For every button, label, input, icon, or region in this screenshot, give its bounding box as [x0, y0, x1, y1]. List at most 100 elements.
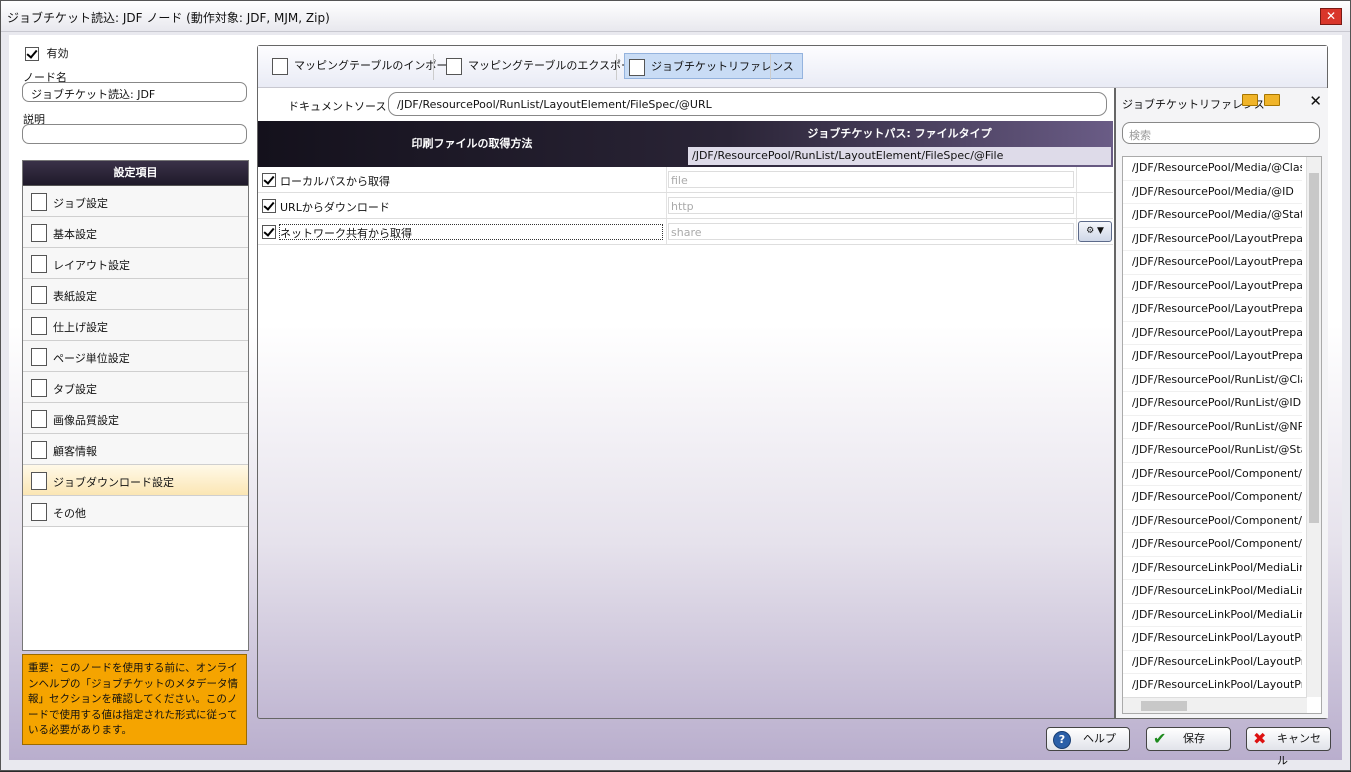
close-panel-icon[interactable]: ✕	[1309, 92, 1322, 110]
node-name-field[interactable]: ジョブチケット読込: JDF	[22, 82, 247, 102]
reference-list-item[interactable]: /JDF/ResourcePool/RunList/@Class	[1123, 369, 1302, 392]
row-checkbox[interactable]	[262, 173, 276, 187]
row-checkbox[interactable]	[262, 199, 276, 213]
cancel-x-icon: ✖	[1253, 729, 1267, 748]
dialog-window: ジョブチケット読込: JDF ノード (動作対象: JDF, MJM, Zip)…	[0, 0, 1351, 771]
row-checkbox[interactable]	[262, 225, 276, 239]
reference-icons	[1242, 94, 1286, 109]
description-field[interactable]	[22, 124, 247, 144]
export-mapping-button[interactable]: マッピングテーブルのエクスポート	[442, 53, 651, 79]
scroll-thumb[interactable]	[1141, 701, 1187, 711]
settings-item[interactable]: 顧客情報	[23, 434, 248, 465]
document-source-field[interactable]: /JDF/ResourcePool/RunList/LayoutElement/…	[388, 92, 1107, 116]
dialog-body: 有効 ノード名 ジョブチケット読込: JDF 説明 設定項目 ジョブ設定 基本設定…	[9, 35, 1342, 767]
settings-item-label: 表紙設定	[53, 290, 97, 303]
settings-item[interactable]: 仕上げ設定	[23, 310, 248, 341]
grid-header: 印刷ファイルの取得方法 ジョブチケットパス: ファイルタイプ /JDF/Reso…	[258, 121, 1113, 167]
enabled-checkbox[interactable]	[25, 47, 39, 61]
pages-icon	[31, 348, 47, 366]
row-method-label: ローカルパスから取得	[280, 175, 390, 188]
settings-list: 設定項目 ジョブ設定 基本設定 レイアウト設定 表紙設定 仕上げ設定 ページ単位設定 タブ設…	[22, 160, 249, 651]
vertical-scrollbar[interactable]	[1306, 157, 1321, 697]
import-mapping-button[interactable]: マッピングテーブルのインポート	[268, 53, 466, 79]
finishing-icon	[31, 317, 47, 335]
settings-item[interactable]: その他	[23, 496, 248, 527]
reference-list-item[interactable]: /JDF/ResourcePool/RunList/@ID	[1123, 392, 1302, 416]
horizontal-scrollbar[interactable]	[1123, 697, 1307, 713]
settings-item-label: 顧客情報	[53, 445, 97, 458]
settings-item[interactable]: ジョブ設定	[23, 186, 248, 217]
settings-item-label: ページ単位設定	[53, 352, 130, 365]
ticket-reference-button[interactable]: ジョブチケットリファレンス	[624, 53, 803, 79]
toolbar-separator	[433, 54, 434, 80]
reference-list-item[interactable]: /JDF/ResourceLinkPool/LayoutPre	[1123, 627, 1302, 651]
enabled-toggle[interactable]: 有効	[25, 45, 69, 61]
help-button[interactable]: ? ヘルプ	[1046, 727, 1130, 751]
open-folder-icon[interactable]	[1242, 94, 1258, 106]
reference-list-item[interactable]: /JDF/ResourcePool/RunList/@Status	[1123, 439, 1302, 463]
settings-item[interactable]: タブ設定	[23, 372, 248, 403]
reference-list-item[interactable]: /JDF/ResourcePool/Component/@	[1123, 533, 1302, 557]
document-source-label: ドキュメントソース	[288, 100, 387, 113]
settings-item-label: 基本設定	[53, 228, 97, 241]
settings-item-label: タブ設定	[53, 383, 97, 396]
settings-item[interactable]: レイアウト設定	[23, 248, 248, 279]
settings-item-label: ジョブ設定	[53, 197, 108, 210]
help-label: ヘルプ	[1083, 732, 1116, 745]
main-panel: マッピングテーブルのインポート マッピングテーブルのエクスポート ジョブチケット…	[257, 45, 1328, 719]
reference-list-item[interactable]: /JDF/ResourcePool/LayoutPreparation	[1123, 298, 1302, 322]
reference-search-input[interactable]: 検索	[1122, 122, 1320, 144]
reference-list-item[interactable]: /JDF/ResourcePool/RunList/@NPage	[1123, 416, 1302, 439]
reference-list-item[interactable]: /JDF/ResourcePool/LayoutPreparation	[1123, 228, 1302, 251]
delete-folder-icon[interactable]	[1264, 94, 1280, 106]
notice-box: 重要：このノードを使用する前に、オンラインヘルプの「ジョブチケットのメタデータ情…	[22, 654, 247, 745]
grid-row: URLからダウンロード http	[258, 193, 1113, 219]
import-icon	[272, 58, 288, 75]
settings-item[interactable]: ページ単位設定	[23, 341, 248, 372]
share-options-dropdown[interactable]: ⚙ ▼	[1078, 221, 1112, 242]
document-icon	[31, 193, 47, 211]
cell-divider	[666, 219, 667, 244]
title-bar: ジョブチケット読込: JDF ノード (動作対象: JDF, MJM, Zip)…	[1, 1, 1350, 32]
reference-list: /JDF/ResourcePool/Media/@Class/JDF/Resou…	[1122, 156, 1322, 714]
reference-list-item[interactable]: /JDF/ResourceLinkPool/MediaLink	[1123, 557, 1302, 580]
column-path-field[interactable]: /JDF/ResourcePool/RunList/LayoutElement/…	[688, 147, 1111, 165]
settings-item-label: 画像品質設定	[53, 414, 119, 427]
reference-list-item[interactable]: /JDF/ResourceLinkPool/LayoutPre	[1123, 651, 1302, 674]
settings-item[interactable]: ジョブダウンロード設定	[23, 465, 248, 496]
close-icon[interactable]: ✕	[1320, 8, 1342, 25]
other-icon	[31, 503, 47, 521]
settings-item[interactable]: 表紙設定	[23, 279, 248, 310]
reference-list-item[interactable]: /JDF/ResourcePool/LayoutPreparation	[1123, 345, 1302, 369]
reference-list-item[interactable]: /JDF/ResourceLinkPool/MediaLink	[1123, 604, 1302, 627]
row-filetype-field[interactable]: http	[668, 197, 1074, 214]
reference-list-item[interactable]: /JDF/ResourceLinkPool/MediaLink	[1123, 580, 1302, 604]
reference-list-item[interactable]: /JDF/ResourcePool/Component/@	[1123, 463, 1302, 486]
settings-item[interactable]: 基本設定	[23, 217, 248, 248]
grid-row: ローカルパスから取得 file	[258, 167, 1113, 193]
save-button[interactable]: ✔ 保存	[1146, 727, 1231, 751]
mapping-grid: 印刷ファイルの取得方法 ジョブチケットパス: ファイルタイプ /JDF/Reso…	[258, 121, 1113, 245]
reference-list-item[interactable]: /JDF/ResourcePool/LayoutPreparation	[1123, 275, 1302, 298]
settings-item-label: 仕上げ設定	[53, 321, 108, 334]
enabled-label: 有効	[46, 47, 69, 60]
cancel-button[interactable]: ✖ キャンセル	[1246, 727, 1331, 767]
checkmark-icon: ✔	[1153, 729, 1167, 748]
toolbar-separator	[770, 54, 771, 80]
reference-list-item[interactable]: /JDF/ResourcePool/Component/@	[1123, 486, 1302, 510]
cell-divider	[666, 167, 667, 192]
reference-list-item[interactable]: /JDF/ResourcePool/Component/@	[1123, 510, 1302, 533]
reference-list-item[interactable]: /JDF/ResourcePool/Media/@Status	[1123, 204, 1302, 228]
reference-list-item[interactable]: /JDF/ResourcePool/LayoutPreparation	[1123, 251, 1302, 275]
row-filetype-field[interactable]: share	[668, 223, 1074, 240]
settings-item[interactable]: 画像品質設定	[23, 403, 248, 434]
customer-icon	[31, 441, 47, 459]
cancel-label: キャンセル	[1277, 732, 1321, 767]
reference-list-item[interactable]: /JDF/ResourcePool/Media/@Class	[1123, 157, 1302, 181]
scroll-thumb[interactable]	[1309, 173, 1319, 523]
reference-list-item[interactable]: /JDF/ResourceLinkPool/LayoutPre	[1123, 674, 1302, 698]
save-label: 保存	[1183, 732, 1205, 745]
row-filetype-field[interactable]: file	[668, 171, 1074, 188]
reference-list-item[interactable]: /JDF/ResourcePool/LayoutPreparation	[1123, 322, 1302, 345]
reference-list-item[interactable]: /JDF/ResourcePool/Media/@ID	[1123, 181, 1302, 204]
